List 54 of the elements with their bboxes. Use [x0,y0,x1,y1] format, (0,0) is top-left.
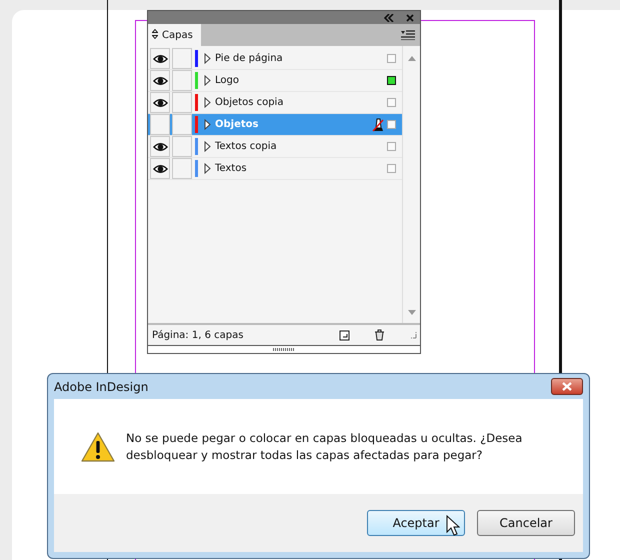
dialog-title: Adobe InDesign [54,380,148,394]
lock-toggle[interactable] [172,158,192,179]
mouse-pointer-icon [446,515,460,537]
status-text: Página: 1, 6 capas [152,330,244,340]
visibility-toggle[interactable] [150,92,170,113]
visibility-toggle[interactable] [150,136,170,157]
expand-triangle-icon[interactable] [204,53,211,64]
eye-icon [152,164,168,174]
lock-toggle[interactable] [172,48,192,69]
new-layer-icon[interactable] [339,330,350,340]
lock-toggle[interactable] [172,92,192,113]
grip-handle[interactable] [273,348,295,351]
eye-icon [152,142,168,152]
layer-row[interactable]: Logo [148,70,402,92]
layer-name: Objetos [215,119,260,130]
dialog-message: No se puede pegar o colocar en capas bloqueadas u ocultas. ¿Desea desbloquear y mostrar todas las capas afectadas para pegar? [126,430,524,464]
scroll-up-icon[interactable] [408,56,416,61]
lock-toggle[interactable] [172,114,192,135]
visibility-toggle[interactable] [150,114,170,135]
expand-triangle-icon[interactable] [204,141,211,152]
layer-row[interactable]: Textos [148,158,402,180]
close-icon [562,382,572,391]
close-button[interactable] [551,378,583,395]
visibility-toggle[interactable] [150,70,170,91]
expand-triangle-icon[interactable] [204,75,211,86]
resize-grip-icon[interactable] [409,331,417,339]
dialog-button[interactable]: Cancelar [477,510,575,536]
trash-icon[interactable] [374,329,385,341]
expand-triangle-icon[interactable] [204,119,211,130]
layer-name: Textos copia [215,141,278,152]
panel-menu-icon[interactable] [401,30,415,40]
scroll-down-icon[interactable] [408,310,416,315]
close-icon[interactable] [406,14,414,22]
eye-icon [152,54,168,64]
up-down-arrows-icon [152,29,158,39]
lock-toggle[interactable] [172,136,192,157]
expand-triangle-icon[interactable] [204,97,211,108]
layer-name: Textos [215,163,248,174]
layer-name: Pie de página [215,53,284,64]
collapse-icon[interactable] [384,14,394,22]
expand-triangle-icon[interactable] [204,163,211,174]
layer-row[interactable]: Pie de página [148,48,402,70]
visibility-toggle[interactable] [150,48,170,69]
layers-tab[interactable]: Capas [148,24,201,46]
layer-row[interactable]: Textos copia [148,136,402,158]
default-button[interactable]: Aceptar [367,510,465,536]
layer-name: Objetos copia [215,97,284,108]
warning-icon [80,430,116,462]
eye-icon [152,98,168,108]
lock-toggle[interactable] [172,70,192,91]
eye-icon [152,76,168,86]
selection-square[interactable] [387,76,396,85]
layer-name: Logo [215,75,240,86]
visibility-toggle[interactable] [150,158,170,179]
